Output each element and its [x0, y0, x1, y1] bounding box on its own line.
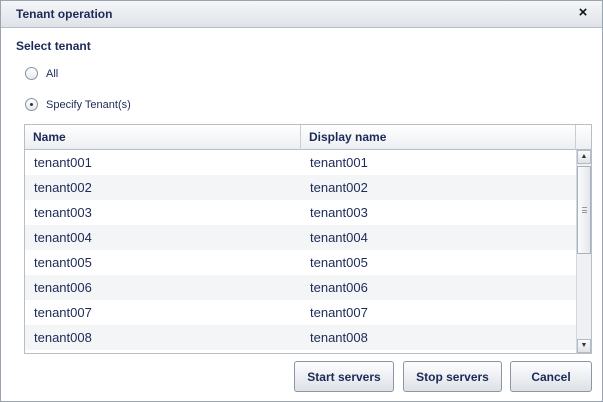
- close-icon[interactable]: ×: [575, 5, 591, 21]
- grid-rows: tenant001 tenant001 tenant002 tenant002 …: [25, 150, 576, 350]
- column-header-name[interactable]: Name: [25, 125, 301, 150]
- stop-servers-button[interactable]: Stop servers: [403, 361, 502, 392]
- cell-name: tenant005: [34, 255, 92, 270]
- radio-all-label: All: [46, 67, 59, 80]
- radio-specify-tenants-button[interactable]: [25, 98, 38, 111]
- cell-name: tenant007: [34, 305, 92, 320]
- table-row[interactable]: tenant002 tenant002: [25, 175, 576, 200]
- tenant-operation-dialog: Tenant operation × Select tenant All Spe…: [0, 0, 603, 402]
- select-tenant-label: Select tenant: [16, 39, 91, 53]
- table-row[interactable]: tenant004 tenant004: [25, 225, 576, 250]
- dialog-titlebar: Tenant operation ×: [1, 1, 602, 28]
- radio-all-button[interactable]: [25, 67, 38, 80]
- table-row[interactable]: tenant003 tenant003: [25, 200, 576, 225]
- start-servers-button[interactable]: Start servers: [294, 361, 394, 392]
- radio-all[interactable]: All: [25, 67, 58, 80]
- table-row[interactable]: tenant005 tenant005: [25, 250, 576, 275]
- cell-display-name: tenant008: [310, 330, 368, 345]
- cancel-button[interactable]: Cancel: [510, 361, 592, 392]
- cell-name: tenant002: [34, 180, 92, 195]
- tenant-grid: Name Display name tenant001 tenant001 te…: [24, 124, 592, 354]
- cell-name: tenant004: [34, 230, 92, 245]
- cell-display-name: tenant007: [310, 305, 368, 320]
- cell-display-name: tenant006: [310, 280, 368, 295]
- column-header-display-name[interactable]: Display name: [301, 125, 576, 150]
- table-row[interactable]: tenant008 tenant008: [25, 325, 576, 350]
- table-row[interactable]: tenant001 tenant001: [25, 150, 576, 175]
- table-row[interactable]: tenant007 tenant007: [25, 300, 576, 325]
- cell-name: tenant008: [34, 330, 92, 345]
- grid-header: Name Display name: [25, 125, 591, 150]
- scroll-thumb[interactable]: [577, 166, 591, 254]
- radio-specify-tenants-label: Specify Tenant(s): [46, 98, 131, 111]
- cell-name: tenant001: [34, 155, 92, 170]
- scroll-down-icon[interactable]: ▼: [577, 339, 591, 353]
- cell-name: tenant003: [34, 205, 92, 220]
- radio-specify-tenants[interactable]: Specify Tenant(s): [25, 98, 131, 111]
- cell-display-name: tenant004: [310, 230, 368, 245]
- cell-display-name: tenant005: [310, 255, 368, 270]
- grid-scrollbar[interactable]: ▲ ▼: [576, 150, 591, 353]
- dialog-title: Tenant operation: [16, 7, 113, 21]
- scroll-up-icon[interactable]: ▲: [577, 150, 591, 164]
- cell-display-name: tenant002: [310, 180, 368, 195]
- cell-name: tenant006: [34, 280, 92, 295]
- cell-display-name: tenant001: [310, 155, 368, 170]
- scroll-grip-icon: [582, 207, 587, 213]
- table-row[interactable]: tenant006 tenant006: [25, 275, 576, 300]
- cell-display-name: tenant003: [310, 205, 368, 220]
